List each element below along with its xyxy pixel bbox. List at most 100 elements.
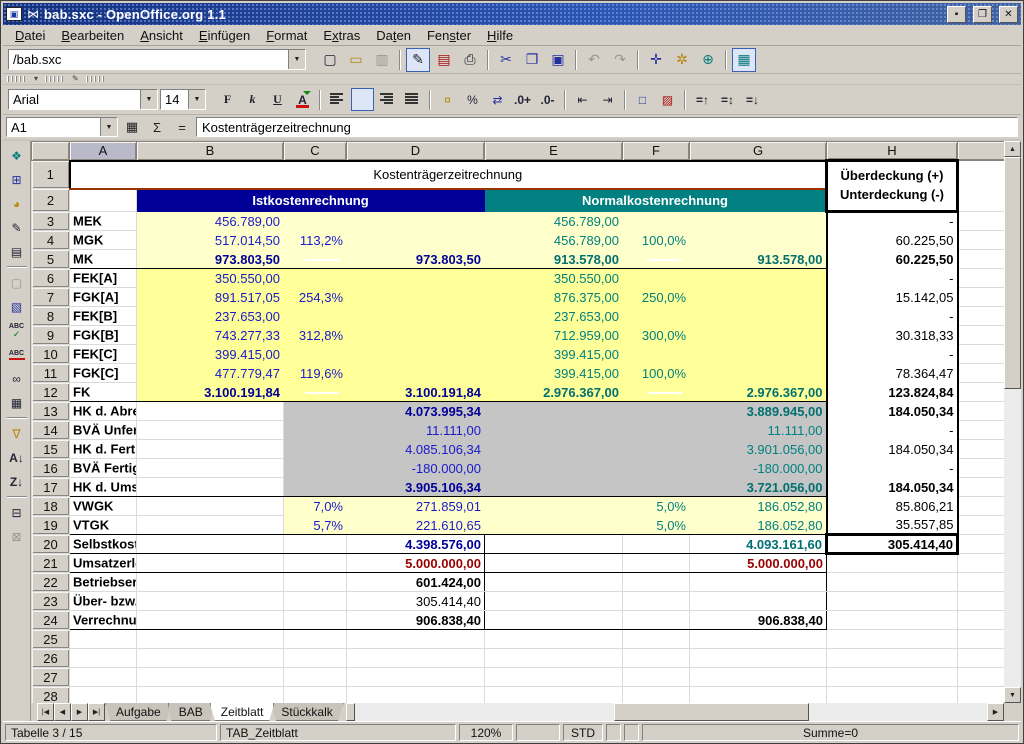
- tab-splitter[interactable]: [346, 703, 355, 721]
- cell-A3[interactable]: MEK: [70, 212, 137, 231]
- cell-B3[interactable]: 456.789,00: [137, 212, 284, 231]
- cell-B5[interactable]: 973.803,50: [137, 250, 284, 269]
- cell-C12[interactable]: [284, 383, 347, 402]
- font-color-icon[interactable]: A: [291, 88, 314, 111]
- row-header-13[interactable]: 13: [32, 402, 70, 421]
- cell-C6[interactable]: [284, 269, 347, 288]
- sheet-tab-zeitblatt[interactable]: Zeitblatt: [210, 703, 275, 721]
- data-sources-icon[interactable]: ▦: [5, 391, 28, 414]
- cell-A1-title[interactable]: Kostenträgerzeitrechnung: [70, 161, 827, 189]
- cell-C16[interactable]: [284, 459, 347, 478]
- auto-spellcheck-icon[interactable]: ABC: [5, 343, 28, 366]
- cell-B26[interactable]: [137, 649, 284, 668]
- cell-E25[interactable]: [485, 630, 623, 649]
- cell-G4[interactable]: [690, 231, 827, 250]
- cell-H1-overunder-header[interactable]: Überdeckung (+) Unterdeckung (-): [827, 161, 958, 212]
- align-center-vertically-icon[interactable]: =↕: [716, 88, 739, 111]
- cell-B7[interactable]: 891.517,05: [137, 288, 284, 307]
- cell-C14[interactable]: [284, 421, 347, 440]
- cell-E12[interactable]: 2.976.367,00: [485, 383, 623, 402]
- status-sheet-name[interactable]: TAB_Zeitblatt: [220, 724, 456, 741]
- cell-C8[interactable]: [284, 307, 347, 326]
- cell-B22[interactable]: [137, 573, 284, 592]
- cell-H5[interactable]: 60.225,50: [827, 250, 958, 269]
- cell-E10[interactable]: 399.415,00: [485, 345, 623, 364]
- percent-format-icon[interactable]: %: [461, 88, 484, 111]
- cell-H20[interactable]: 305.414,40: [827, 535, 958, 554]
- cell-E27[interactable]: [485, 668, 623, 687]
- cell-C25[interactable]: [284, 630, 347, 649]
- cell-D27[interactable]: [347, 668, 485, 687]
- cell-G14[interactable]: 11.111,00: [690, 421, 827, 440]
- sort-descending-icon[interactable]: Z↓: [5, 470, 28, 493]
- cell-H26[interactable]: [827, 649, 958, 668]
- row-header-21[interactable]: 21: [32, 554, 70, 573]
- cell-E7[interactable]: 876.375,00: [485, 288, 623, 307]
- cell-H14[interactable]: -: [827, 421, 958, 440]
- draw-functions-icon[interactable]: ✎: [5, 216, 28, 239]
- cell-D18[interactable]: 271.859,01: [347, 497, 485, 516]
- menu-daten[interactable]: Daten: [368, 26, 419, 45]
- gallery-icon[interactable]: ▦: [732, 48, 756, 72]
- scroll-right-icon[interactable]: ▶: [987, 703, 1004, 721]
- row-header-1[interactable]: 1: [32, 161, 70, 189]
- autofilter-icon[interactable]: ∇: [5, 422, 28, 445]
- status-sheet-position[interactable]: Tabelle 3 / 15: [5, 724, 217, 741]
- cell-G21[interactable]: 5.000.000,00: [690, 554, 827, 573]
- cell-C27[interactable]: [284, 668, 347, 687]
- cell-A5[interactable]: MK: [70, 250, 137, 269]
- cell-D26[interactable]: [347, 649, 485, 668]
- close-button[interactable]: ✕: [999, 6, 1018, 23]
- cell-B19[interactable]: [137, 516, 284, 535]
- cell-D9[interactable]: [347, 326, 485, 345]
- cell-A27[interactable]: [70, 668, 137, 687]
- font-name-value[interactable]: Arial: [9, 92, 140, 107]
- align-bottom-icon[interactable]: =↓: [741, 88, 764, 111]
- cell-C28[interactable]: [284, 687, 347, 704]
- cell-B6[interactable]: 350.550,00: [137, 269, 284, 288]
- column-header-C[interactable]: C: [284, 142, 347, 161]
- cell-B11[interactable]: 477.779,47: [137, 364, 284, 383]
- cell-F18[interactable]: 5,0%: [623, 497, 690, 516]
- cell-H10[interactable]: -: [827, 345, 958, 364]
- font-size-dropdown-icon[interactable]: ▼: [188, 90, 205, 109]
- cell-A23[interactable]: Über- bzw. Unterdeckung: [70, 592, 137, 611]
- print-icon[interactable]: ⎙: [458, 48, 482, 72]
- cell-E8[interactable]: 237.653,00: [485, 307, 623, 326]
- cell-H28[interactable]: [827, 687, 958, 704]
- cell-F22[interactable]: [623, 573, 690, 592]
- cell-D4[interactable]: [347, 231, 485, 250]
- cell-G7[interactable]: [690, 288, 827, 307]
- insert-icon[interactable]: ❖: [5, 144, 28, 167]
- borders-icon[interactable]: □: [631, 88, 654, 111]
- cut-icon[interactable]: ✂: [494, 48, 518, 72]
- cell-D10[interactable]: [347, 345, 485, 364]
- cell-G27[interactable]: [690, 668, 827, 687]
- column-header-B[interactable]: B: [137, 142, 284, 161]
- row-header-20[interactable]: 20: [32, 535, 70, 554]
- status-selection-mode[interactable]: STD: [563, 724, 603, 741]
- cell-H22[interactable]: [827, 573, 958, 592]
- cell-C19[interactable]: 5,7%: [284, 516, 347, 535]
- toolbar-grip[interactable]: [45, 76, 65, 82]
- toolbar-grip[interactable]: [86, 76, 106, 82]
- cell-G15[interactable]: 3.901.056,00: [690, 440, 827, 459]
- background-color-icon[interactable]: ▨: [656, 88, 679, 111]
- cell-F9[interactable]: 300,0%: [623, 326, 690, 345]
- cell-B21[interactable]: [137, 554, 284, 573]
- row-header-26[interactable]: 26: [32, 649, 70, 668]
- url-combobox[interactable]: /bab.sxc ▼: [8, 49, 306, 70]
- row-header-6[interactable]: 6: [32, 269, 70, 288]
- cell-E6[interactable]: 350.550,00: [485, 269, 623, 288]
- url-value[interactable]: /bab.sxc: [9, 52, 288, 67]
- cell-D12[interactable]: 3.100.191,84: [347, 383, 485, 402]
- edit-file-icon[interactable]: ✎: [406, 48, 430, 72]
- cell-F8[interactable]: [623, 307, 690, 326]
- cell-G12[interactable]: 2.976.367,00: [690, 383, 827, 402]
- cell-B28[interactable]: [137, 687, 284, 704]
- menu-fenster[interactable]: Fenster: [419, 26, 479, 45]
- cell-B10[interactable]: 399.415,00: [137, 345, 284, 364]
- cell-A2[interactable]: [70, 189, 137, 212]
- cell-C7[interactable]: 254,3%: [284, 288, 347, 307]
- menu-ansicht[interactable]: Ansicht: [132, 26, 191, 45]
